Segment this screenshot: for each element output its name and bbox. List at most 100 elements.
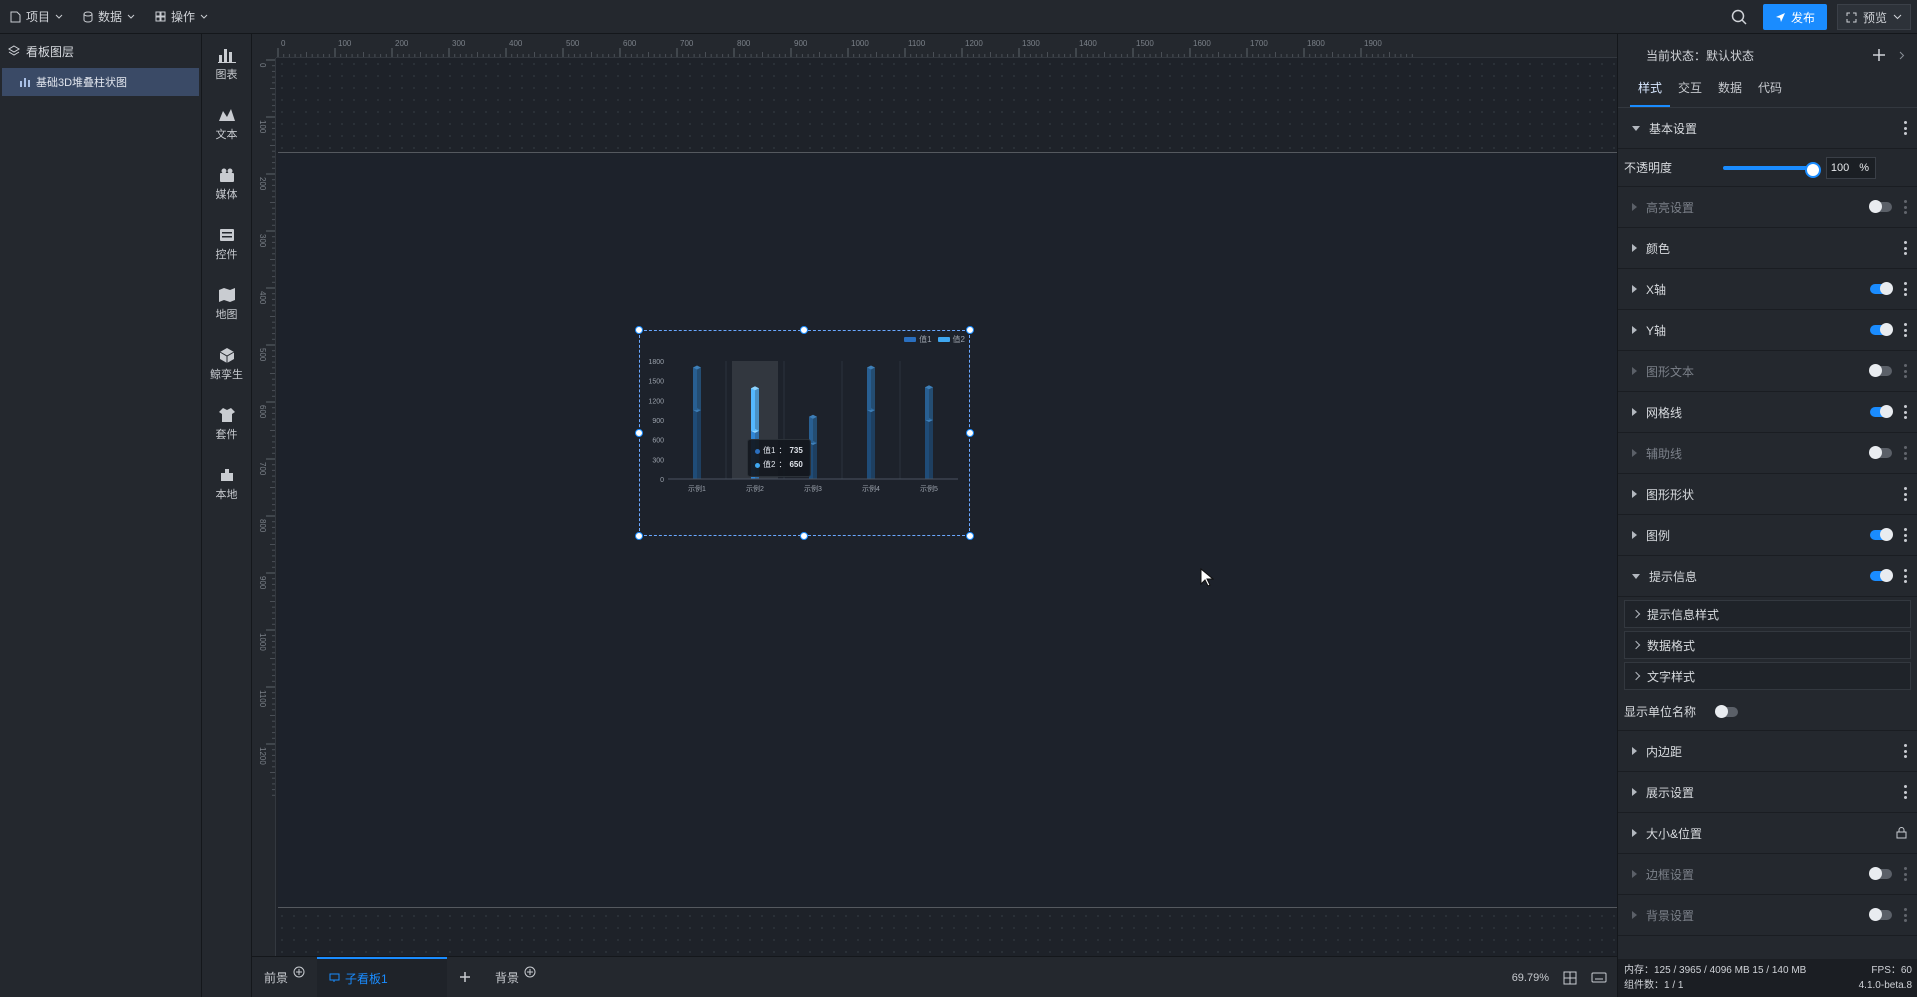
comp-control[interactable]: 控件 bbox=[202, 214, 251, 274]
bar-segment-front[interactable] bbox=[867, 410, 871, 479]
search-icon[interactable] bbox=[1731, 9, 1747, 25]
section-item[interactable]: 背景设置 bbox=[1618, 895, 1917, 936]
tab-interaction[interactable]: 交互 bbox=[1670, 75, 1710, 107]
bar-segment-front[interactable] bbox=[693, 410, 697, 479]
comp-twin[interactable]: 鲸孪生 bbox=[202, 334, 251, 394]
section-item[interactable]: 网格线 bbox=[1618, 392, 1917, 433]
more-icon[interactable] bbox=[1904, 867, 1907, 881]
opacity-input[interactable]: 100 % bbox=[1826, 157, 1876, 179]
resize-handle-se[interactable] bbox=[966, 532, 974, 540]
bar-segment-side[interactable] bbox=[929, 387, 933, 420]
bar-segment-side[interactable] bbox=[871, 410, 875, 479]
section-item[interactable]: 图形文本 bbox=[1618, 351, 1917, 392]
section-toggle[interactable] bbox=[1870, 528, 1893, 541]
section-toggle[interactable] bbox=[1869, 446, 1892, 459]
add-circle-icon[interactable] bbox=[293, 966, 305, 978]
comp-text[interactable]: 文本 bbox=[202, 94, 251, 154]
add-circle-icon[interactable] bbox=[524, 966, 536, 978]
chevron-right-icon[interactable] bbox=[1899, 51, 1905, 60]
tab-background[interactable]: 背景 bbox=[483, 957, 548, 997]
more-icon[interactable] bbox=[1904, 323, 1907, 337]
bar-segment-side[interactable] bbox=[813, 416, 817, 443]
comp-local[interactable]: 本地 bbox=[202, 454, 251, 514]
resize-handle-w[interactable] bbox=[635, 429, 643, 437]
more-icon[interactable] bbox=[1904, 364, 1907, 378]
section-item[interactable]: 边框设置 bbox=[1618, 854, 1917, 895]
more-icon[interactable] bbox=[1904, 446, 1907, 460]
menu-operate[interactable]: 操作 bbox=[145, 0, 218, 34]
resize-handle-s[interactable] bbox=[800, 532, 808, 540]
more-icon[interactable] bbox=[1904, 241, 1907, 255]
tab-code[interactable]: 代码 bbox=[1750, 75, 1790, 107]
preview-button[interactable]: 预览 bbox=[1836, 4, 1911, 30]
more-icon[interactable] bbox=[1904, 282, 1907, 296]
section-toggle[interactable] bbox=[1869, 364, 1892, 377]
section-toggle[interactable] bbox=[1870, 569, 1893, 582]
chart-widget[interactable]: 值1 值2 0 300 600 900 1200 1500 1800 示例1 示例2 示例3 示例4… bbox=[635, 326, 974, 540]
publish-button[interactable]: 发布 bbox=[1762, 4, 1827, 30]
add-state-icon[interactable] bbox=[1873, 49, 1885, 61]
more-icon[interactable] bbox=[1904, 121, 1907, 135]
sub-data-format[interactable]: 数据格式 bbox=[1624, 631, 1911, 659]
resize-handle-e[interactable] bbox=[966, 429, 974, 437]
sub-text-style[interactable]: 文字样式 bbox=[1624, 662, 1911, 690]
bar-segment-side[interactable] bbox=[697, 367, 701, 411]
more-icon[interactable] bbox=[1904, 785, 1907, 799]
lock-icon[interactable] bbox=[1896, 827, 1907, 839]
menu-data[interactable]: 数据 bbox=[73, 0, 145, 34]
fit-screen-icon[interactable] bbox=[1563, 971, 1577, 985]
section-item[interactable]: 颜色 bbox=[1618, 228, 1917, 269]
bar-segment-front[interactable] bbox=[693, 367, 697, 411]
resize-handle-n[interactable] bbox=[800, 326, 808, 334]
bar-segment-side[interactable] bbox=[871, 367, 875, 411]
more-icon[interactable] bbox=[1904, 744, 1907, 758]
zoom-level[interactable]: 69.79% bbox=[1512, 972, 1549, 984]
more-icon[interactable] bbox=[1904, 405, 1907, 419]
section-toggle[interactable] bbox=[1869, 908, 1892, 921]
layer-item[interactable]: 基础3D堆叠柱状图 bbox=[2, 68, 199, 96]
tab-sub-board[interactable]: 子看板1 bbox=[317, 956, 448, 997]
more-icon[interactable] bbox=[1904, 200, 1907, 214]
add-board-button[interactable] bbox=[447, 957, 483, 997]
bar-segment-side[interactable] bbox=[813, 442, 817, 479]
comp-kit[interactable]: 套件 bbox=[202, 394, 251, 454]
section-toggle[interactable] bbox=[1869, 867, 1892, 880]
section-toggle[interactable] bbox=[1870, 405, 1893, 418]
bar-segment-front[interactable] bbox=[925, 420, 929, 479]
sub-tooltip-style[interactable]: 提示信息样式 bbox=[1624, 600, 1911, 628]
section-toggle[interactable] bbox=[1869, 200, 1892, 213]
section-item[interactable]: X轴 bbox=[1618, 269, 1917, 310]
resize-handle-nw[interactable] bbox=[635, 326, 643, 334]
section-tooltip[interactable]: 提示信息 bbox=[1618, 556, 1917, 597]
menu-project[interactable]: 项目 bbox=[0, 0, 73, 34]
section-item[interactable]: 大小&位置 bbox=[1618, 813, 1917, 854]
section-item[interactable]: 展示设置 bbox=[1618, 772, 1917, 813]
bar-segment-side[interactable] bbox=[697, 410, 701, 479]
section-toggle[interactable] bbox=[1870, 323, 1893, 336]
section-item[interactable]: Y轴 bbox=[1618, 310, 1917, 351]
keyboard-icon[interactable] bbox=[1591, 972, 1607, 983]
resize-handle-ne[interactable] bbox=[966, 326, 974, 334]
resize-handle-sw[interactable] bbox=[635, 532, 643, 540]
more-icon[interactable] bbox=[1904, 569, 1907, 583]
bar-segment-side[interactable] bbox=[929, 420, 933, 479]
section-item[interactable]: 内边距 bbox=[1618, 731, 1917, 772]
tab-style[interactable]: 样式 bbox=[1630, 75, 1671, 107]
section-item[interactable]: 高亮设置 bbox=[1618, 187, 1917, 228]
bar-segment-front[interactable] bbox=[751, 388, 755, 431]
bar-segment-front[interactable] bbox=[867, 367, 871, 411]
more-icon[interactable] bbox=[1904, 487, 1907, 501]
more-icon[interactable] bbox=[1904, 528, 1907, 542]
comp-media[interactable]: 媒体 bbox=[202, 154, 251, 214]
bar-segment-front[interactable] bbox=[925, 387, 929, 420]
comp-map[interactable]: 地图 bbox=[202, 274, 251, 334]
unit-toggle[interactable] bbox=[1715, 704, 1739, 718]
section-item[interactable]: 图形形状 bbox=[1618, 474, 1917, 515]
more-icon[interactable] bbox=[1904, 908, 1907, 922]
section-toggle[interactable] bbox=[1870, 282, 1893, 295]
tab-foreground[interactable]: 前景 bbox=[252, 957, 317, 997]
comp-chart[interactable]: 图表 bbox=[202, 34, 251, 94]
section-item[interactable]: 辅助线 bbox=[1618, 433, 1917, 474]
bar-segment-side[interactable] bbox=[755, 388, 759, 431]
opacity-slider[interactable] bbox=[1723, 162, 1821, 178]
